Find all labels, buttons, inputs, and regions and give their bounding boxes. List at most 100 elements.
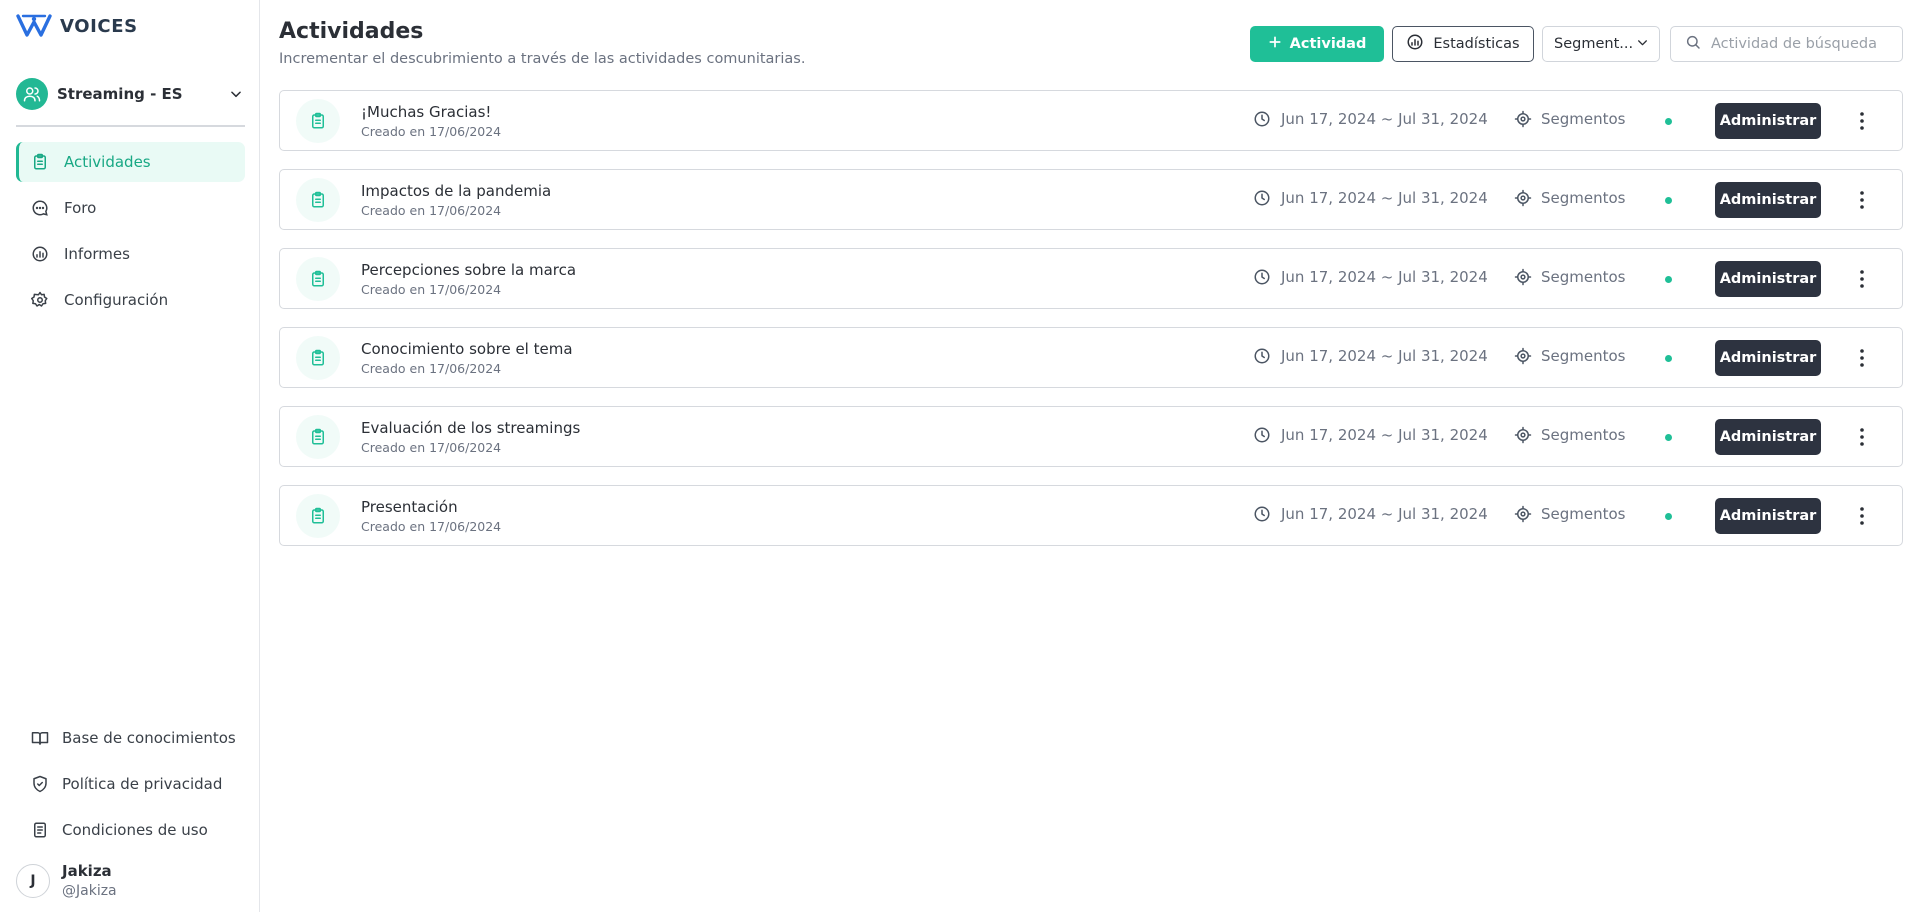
segment-select[interactable]: Segment...: [1542, 26, 1660, 62]
plus-icon: [1268, 35, 1282, 53]
brand-logo[interactable]: VOICES: [16, 12, 138, 40]
clipboard-icon: [296, 178, 340, 222]
status-dot: [1665, 355, 1672, 362]
activity-date-range: Jun 17, 2024 ~ Jul 31, 2024: [1281, 189, 1488, 207]
sidebar-item-informes[interactable]: Informes: [16, 234, 245, 274]
sidebar: VOICES Streaming - ES Actividades Foro I…: [0, 0, 260, 912]
activity-segments[interactable]: Segmentos: [1514, 268, 1626, 286]
activity-title[interactable]: Percepciones sobre la marca: [361, 261, 576, 279]
activity-dates: Jun 17, 2024 ~ Jul 31, 2024: [1253, 347, 1488, 365]
sidebar-item-label: Informes: [64, 245, 130, 263]
list-item: Conocimiento sobre el tema Creado en 17/…: [279, 327, 1903, 388]
search-icon: [1685, 34, 1701, 54]
activity-title[interactable]: Evaluación de los streamings: [361, 419, 580, 437]
community-name: Streaming - ES: [57, 85, 183, 103]
activity-title[interactable]: Impactos de la pandemia: [361, 182, 551, 200]
knowledge-base-link[interactable]: Base de conocimientos: [16, 718, 245, 758]
users-icon: [16, 78, 48, 110]
activity-date-range: Jun 17, 2024 ~ Jul 31, 2024: [1281, 426, 1488, 444]
target-icon: [1514, 110, 1532, 128]
activity-title[interactable]: Presentación: [361, 498, 458, 516]
statistics-button[interactable]: Estadísticas: [1392, 26, 1534, 62]
sidebar-item-label: Foro: [64, 199, 97, 217]
manage-button[interactable]: Administrar: [1715, 103, 1821, 139]
clipboard-icon: [296, 494, 340, 538]
status-dot: [1665, 197, 1672, 204]
more-options-icon[interactable]: [1847, 343, 1877, 373]
manage-button[interactable]: Administrar: [1715, 340, 1821, 376]
target-icon: [1514, 268, 1532, 286]
activity-segments-label: Segmentos: [1541, 189, 1626, 207]
target-icon: [1514, 347, 1532, 365]
activity-created: Creado en 17/06/2024: [361, 124, 502, 139]
activity-segments[interactable]: Segmentos: [1514, 347, 1626, 365]
activity-segments-label: Segmentos: [1541, 110, 1626, 128]
list-item: Impactos de la pandemia Creado en 17/06/…: [279, 169, 1903, 230]
user-handle: @Jakiza: [62, 883, 117, 899]
more-options-icon[interactable]: [1847, 422, 1877, 452]
more-options-icon[interactable]: [1847, 106, 1877, 136]
activity-segments[interactable]: Segmentos: [1514, 189, 1626, 207]
book-icon: [30, 728, 50, 748]
community-switcher[interactable]: Streaming - ES: [16, 77, 245, 111]
more-options-icon[interactable]: [1847, 264, 1877, 294]
terms-of-use-link[interactable]: Condiciones de uso: [16, 810, 245, 850]
activity-created: Creado en 17/06/2024: [361, 203, 502, 218]
activity-segments[interactable]: Segmentos: [1514, 110, 1626, 128]
more-options-icon[interactable]: [1847, 185, 1877, 215]
manage-button[interactable]: Administrar: [1715, 419, 1821, 455]
activity-dates: Jun 17, 2024 ~ Jul 31, 2024: [1253, 268, 1488, 286]
clock-icon: [1254, 348, 1270, 364]
manage-button[interactable]: Administrar: [1715, 182, 1821, 218]
page-subtitle: Incrementar el descubrimiento a través d…: [279, 51, 806, 67]
list-item: Evaluación de los streamings Creado en 1…: [279, 406, 1903, 467]
statistics-label: Estadísticas: [1433, 36, 1520, 52]
activity-segments[interactable]: Segmentos: [1514, 426, 1626, 444]
segment-select-value: Segment...: [1554, 36, 1634, 52]
manage-button[interactable]: Administrar: [1715, 498, 1821, 534]
activity-date-range: Jun 17, 2024 ~ Jul 31, 2024: [1281, 505, 1488, 523]
privacy-policy-link[interactable]: Política de privacidad: [16, 764, 245, 804]
sidebar-item-label: Configuración: [64, 291, 169, 309]
page-title: Actividades: [279, 19, 424, 44]
user-profile[interactable]: J Jakiza @Jakiza: [16, 862, 117, 899]
sidebar-item-foro[interactable]: Foro: [16, 188, 245, 228]
main-nav: Actividades Foro Informes Configuración: [16, 142, 245, 326]
sidebar-item-label: Actividades: [64, 153, 151, 171]
clock-icon: [1254, 506, 1270, 522]
activity-segments-label: Segmentos: [1541, 268, 1626, 286]
voices-logo-icon: [16, 14, 52, 37]
search-input[interactable]: [1711, 36, 1891, 52]
gear-icon: [30, 290, 50, 310]
sidebar-item-configuracion[interactable]: Configuración: [16, 280, 245, 320]
sidebar-item-actividades[interactable]: Actividades: [16, 142, 245, 182]
activity-list: ¡Muchas Gracias! Creado en 17/06/2024 Ju…: [279, 90, 1903, 564]
clipboard-icon: [296, 99, 340, 143]
clipboard-icon: [30, 152, 50, 172]
activity-created: Creado en 17/06/2024: [361, 282, 502, 297]
activity-title[interactable]: Conocimiento sobre el tema: [361, 340, 573, 358]
manage-button[interactable]: Administrar: [1715, 261, 1821, 297]
target-icon: [1514, 505, 1532, 523]
clipboard-icon: [296, 257, 340, 301]
activity-dates: Jun 17, 2024 ~ Jul 31, 2024: [1253, 426, 1488, 444]
activity-title[interactable]: ¡Muchas Gracias!: [361, 103, 491, 121]
activity-segments[interactable]: Segmentos: [1514, 505, 1626, 523]
activity-created: Creado en 17/06/2024: [361, 440, 502, 455]
document-icon: [30, 820, 50, 840]
list-item: Presentación Creado en 17/06/2024 Jun 17…: [279, 485, 1903, 546]
activity-date-range: Jun 17, 2024 ~ Jul 31, 2024: [1281, 347, 1488, 365]
chevron-down-icon: [1636, 36, 1649, 53]
more-options-icon[interactable]: [1847, 501, 1877, 531]
clock-icon: [1254, 111, 1270, 127]
activity-dates: Jun 17, 2024 ~ Jul 31, 2024: [1253, 110, 1488, 128]
activity-segments-label: Segmentos: [1541, 505, 1626, 523]
activity-date-range: Jun 17, 2024 ~ Jul 31, 2024: [1281, 110, 1488, 128]
footer-nav: Base de conocimientos Política de privac…: [16, 718, 245, 856]
activity-date-range: Jun 17, 2024 ~ Jul 31, 2024: [1281, 268, 1488, 286]
chevron-down-icon[interactable]: [227, 85, 245, 103]
terms-of-use-label: Condiciones de uso: [62, 821, 208, 839]
status-dot: [1665, 434, 1672, 441]
sidebar-divider: [16, 125, 245, 127]
add-activity-button[interactable]: Actividad: [1250, 26, 1384, 62]
